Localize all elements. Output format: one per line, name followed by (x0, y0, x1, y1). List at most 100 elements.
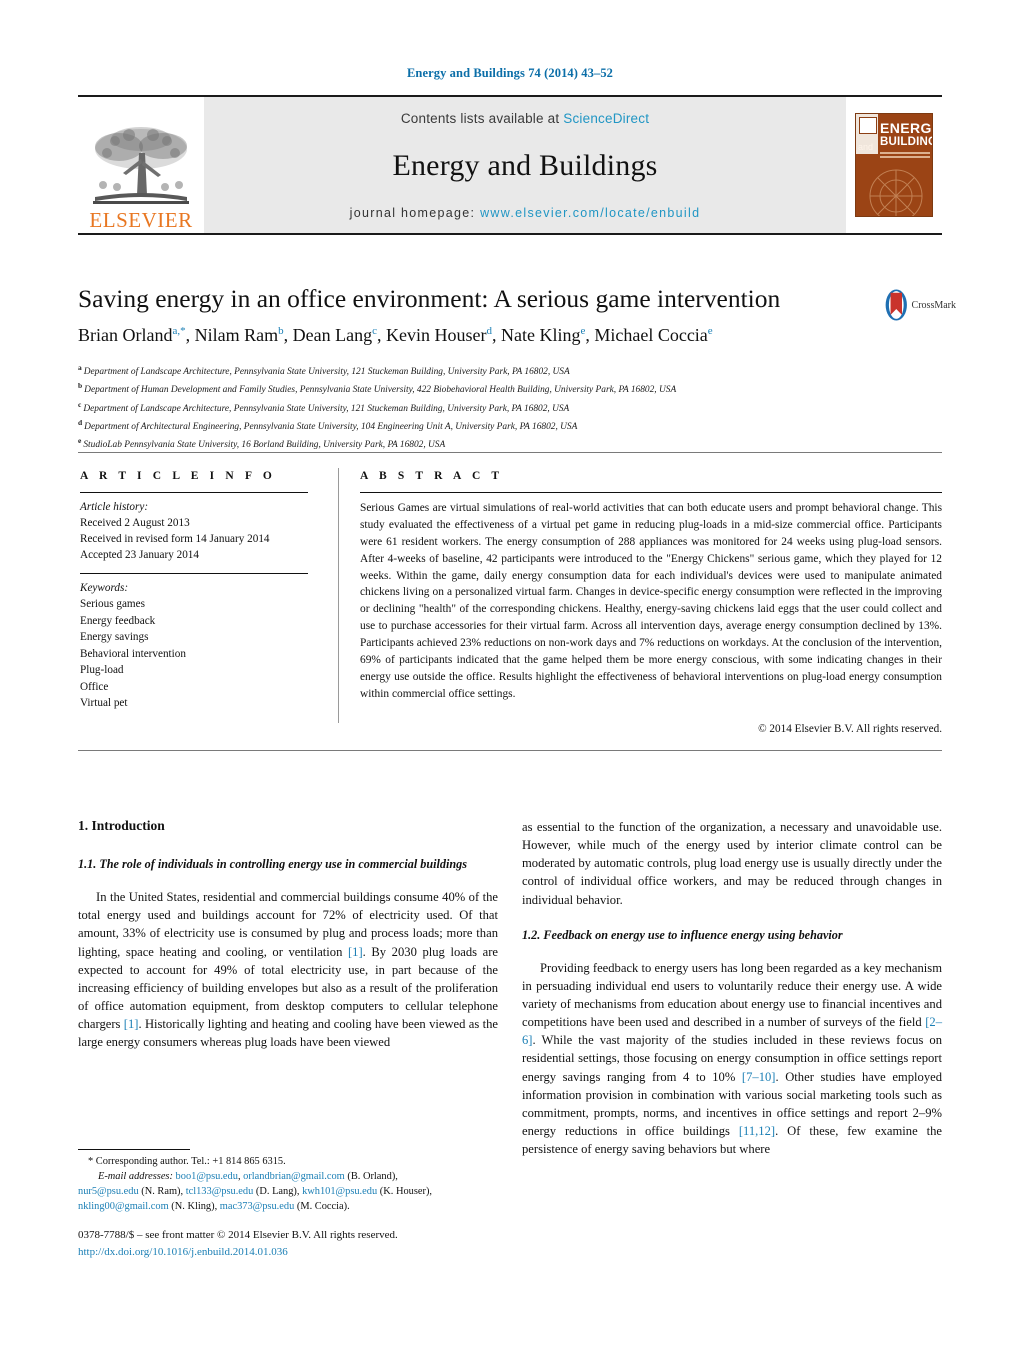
email-owner: (N. Kling), (171, 1201, 220, 1213)
author-list: Brian Orlanda,*, Nilam Ramb, Dean Langc,… (78, 325, 713, 345)
keywords-label: Keywords: (80, 582, 129, 594)
email-addresses-line-2: nur5@psu.edu (N. Ram), tcl133@psu.edu (D… (78, 1184, 508, 1199)
keyword-item: Virtual pet (80, 697, 128, 710)
author-entry: Kevin Houserd (386, 325, 492, 345)
affiliation-item: b Department of Human Development and Fam… (78, 380, 948, 398)
author-name: Nilam Ram (194, 325, 279, 345)
cover-artwork (856, 166, 932, 216)
author-name: Nate Kling (500, 325, 581, 345)
author-affil-mark: e (580, 325, 586, 337)
article-history: Article history: Received 2 August 2013 … (80, 500, 320, 564)
abstract-copyright: © 2014 Elsevier B.V. All rights reserved… (758, 723, 942, 735)
running-head: Energy and Buildings 74 (2014) 43–52 (406, 66, 614, 80)
paper-page: Energy and Buildings 74 (2014) 43–52 ELS… (0, 0, 1020, 1351)
paragraph-right-2: Providing feedback to energy users has l… (522, 959, 942, 1158)
section-heading-introduction: 1. Introduction (78, 818, 165, 833)
masthead-center-panel: Contents lists available at ScienceDirec… (204, 97, 846, 233)
cover-energy-text: ENERGY (880, 120, 932, 136)
article-info-rule (80, 492, 308, 493)
article-info-heading: A R T I C L E I N F O (80, 470, 276, 482)
elsevier-tree-icon (93, 127, 189, 204)
affiliation-item: a Department of Landscape Architecture, P… (78, 362, 948, 380)
contents-prefix-text: Contents lists available at (400, 111, 564, 126)
paragraph-right-1: as essential to the function of the orga… (522, 820, 942, 907)
journal-cover-thumbnail: and ENERGY BUILDINGS (846, 97, 942, 233)
journal-title: Energy and Buildings (392, 149, 658, 182)
author-name: Brian Orland (78, 325, 173, 345)
email-owner: (B. Orland), (347, 1171, 398, 1183)
keywords-rule (80, 573, 308, 574)
journal-homepage-link[interactable]: www.elsevier.com/locate/enbuild (480, 206, 700, 220)
citation-ref[interactable]: [1] (348, 945, 363, 959)
keyword-item: Serious games (80, 598, 145, 611)
crossmark-badge[interactable]: CrossMark (884, 282, 956, 328)
affiliation-text: Department of Architectural Engineering,… (84, 422, 578, 433)
subsection-heading-1-2: 1.2. Feedback on energy use to influence… (522, 927, 843, 942)
email-owner: (M. Coccia). (296, 1201, 350, 1213)
author-affil-mark: a,* (172, 325, 186, 337)
email-link[interactable]: nkling00@gmail.com (78, 1201, 169, 1212)
affiliation-text: Department of Landscape Architecture, Pe… (83, 403, 570, 414)
email-link[interactable]: tcl133@psu.edu (186, 1186, 254, 1197)
email-owner: (K. Houser), (379, 1186, 433, 1198)
crossmark-icon (885, 289, 907, 321)
imprint-block: 0378-7788/$ – see front matter © 2014 El… (78, 1227, 528, 1260)
keyword-item: Behavioral intervention (80, 647, 186, 660)
email-addresses-label: E-mail addresses: (98, 1171, 173, 1183)
abstract-rule (360, 492, 942, 493)
footnote-rule (78, 1149, 190, 1150)
article-history-item: Accepted 23 January 2014 (80, 548, 199, 561)
elsevier-wordmark: ELSEVIER (89, 208, 193, 232)
body-column-right: as essential to the function of the orga… (522, 818, 942, 1171)
author-affil-mark: d (486, 325, 492, 337)
email-addresses-line: E-mail addresses: boo1@psu.edu, orlandbr… (78, 1169, 508, 1184)
author-entry: Brian Orlanda,* (78, 325, 186, 345)
affiliation-list: a Department of Landscape Architecture, P… (78, 362, 948, 454)
paragraph-text: . Historically lighting and heating and … (78, 1017, 498, 1050)
email-link[interactable]: nur5@psu.edu (78, 1186, 139, 1197)
subsection-heading-1-1: 1.1. The role of individuals in controll… (78, 857, 468, 871)
elsevier-logo: ELSEVIER (78, 97, 204, 233)
author-name: Kevin Houser (385, 325, 487, 345)
affiliation-mark: a (78, 363, 82, 372)
doi-link[interactable]: http://dx.doi.org/10.1016/j.enbuild.2014… (78, 1244, 528, 1261)
info-abstract-divider (338, 468, 339, 723)
keyword-item: Energy feedback (80, 614, 156, 627)
affiliation-mark: c (78, 399, 82, 409)
author-entry: Michael Cocciae (594, 325, 712, 345)
article-history-item: Received in revised form 14 January 2014 (80, 532, 270, 545)
cover-and-text: and (858, 142, 874, 152)
email-link[interactable]: mac373@psu.edu (220, 1201, 295, 1212)
abstract-heading: A B S T R A C T (360, 470, 504, 482)
citation-ref[interactable]: [7–10] (742, 1070, 776, 1084)
affiliation-text: Department of Human Development and Fami… (84, 385, 677, 396)
sciencedirect-link[interactable]: ScienceDirect (563, 111, 649, 126)
email-link[interactable]: orlandbrian@gmail.com (243, 1171, 345, 1182)
citation-ref[interactable]: [1] (124, 1017, 139, 1031)
article-history-item: Received 2 August 2013 (80, 516, 190, 529)
abstract-text: Serious Games are virtual simulations of… (360, 502, 942, 700)
author-name: Dean Lang (292, 325, 373, 345)
keyword-item: Energy savings (80, 631, 149, 644)
issn-line: 0378-7788/$ – see front matter © 2014 El… (78, 1229, 398, 1241)
affiliation-text: StudioLab Pennsylvania State University,… (83, 440, 446, 451)
author-affil-mark: b (278, 325, 284, 337)
journal-homepage-line: journal homepage: www.elsevier.com/locat… (350, 206, 701, 220)
body-column-left: 1. Introduction 1.1. The role of individ… (78, 818, 498, 1064)
author-entry: Nilam Ramb (195, 325, 284, 345)
email-link[interactable]: kwh101@psu.edu (302, 1186, 377, 1197)
author-name: Michael Coccia (594, 325, 708, 345)
affiliation-item: c Department of Landscape Architecture, P… (78, 399, 948, 417)
homepage-prefix-text: journal homepage: (349, 206, 481, 220)
info-section-bottom-rule (78, 750, 942, 751)
crossmark-label: CrossMark (911, 299, 956, 311)
affiliation-item: d Department of Architectural Engineering… (78, 417, 948, 435)
affiliation-mark: e (78, 436, 82, 446)
email-link[interactable]: boo1@psu.edu (176, 1171, 238, 1182)
author-entry: Nate Klinge (501, 325, 585, 345)
page-title: Saving energy in an office environment: … (78, 284, 781, 313)
article-history-label: Article history: (80, 501, 149, 513)
author-affil-mark: c (372, 325, 377, 337)
cover-subtitle-lines (880, 152, 930, 160)
citation-ref[interactable]: [11,12] (739, 1124, 775, 1138)
